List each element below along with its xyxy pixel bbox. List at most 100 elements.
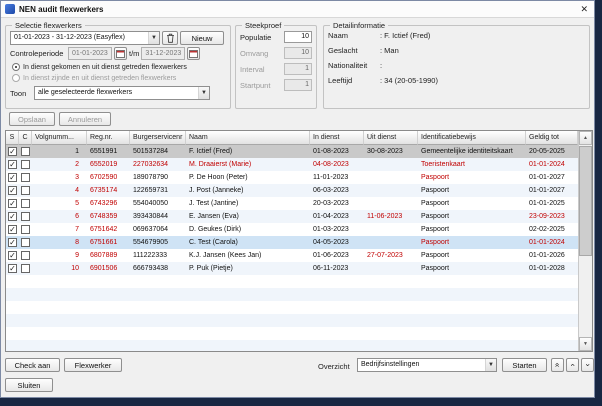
scrollbar-thumb[interactable]: [579, 146, 592, 256]
cell-bsn: 111222333: [130, 249, 186, 262]
overzicht-select[interactable]: Bedrijfsinstellingen ▼: [357, 358, 497, 372]
check-checkbox[interactable]: [21, 173, 30, 182]
select-checkbox[interactable]: ✓: [8, 212, 17, 221]
select-checkbox[interactable]: ✓: [8, 160, 17, 169]
header-naam[interactable]: Naam: [186, 131, 310, 145]
cell-reg: 6901506: [87, 262, 130, 275]
cell-s: ✓: [6, 184, 19, 197]
cell-in: 01-08-2023: [310, 145, 364, 158]
check-checkbox[interactable]: [21, 186, 30, 195]
scroll-down-icon[interactable]: ▼: [579, 337, 592, 351]
cell-naam: P. De Hoon (Peter): [186, 171, 310, 184]
vertical-scrollbar[interactable]: ▲ ▼: [578, 131, 592, 351]
table-row[interactable]: ✓96807889111222333K.J. Jansen (Kees Jan)…: [6, 249, 578, 262]
check-checkbox[interactable]: [21, 212, 30, 221]
select-checkbox[interactable]: ✓: [8, 225, 17, 234]
check-checkbox[interactable]: [21, 264, 30, 273]
cell-naam: F. Ictief (Fred): [186, 145, 310, 158]
check-checkbox[interactable]: [21, 238, 30, 247]
header-identificatiebewijs[interactable]: Identificatiebewijs: [418, 131, 526, 145]
select-checkbox[interactable]: ✓: [8, 173, 17, 182]
cell-geldig: 01-01-2028: [526, 262, 578, 275]
date-to-field[interactable]: 31-12-2023: [141, 47, 185, 60]
select-checkbox[interactable]: ✓: [8, 199, 17, 208]
date-from-field[interactable]: 01-01-2023: [68, 47, 112, 60]
opslaan-button[interactable]: Opslaan: [9, 112, 55, 126]
radio-in-uit-dienst[interactable]: In dienst gekomen en uit dienst getreden…: [12, 62, 226, 72]
nieuw-button[interactable]: Nieuw: [180, 31, 224, 45]
select-checkbox[interactable]: ✓: [8, 238, 17, 247]
delete-period-button[interactable]: [162, 31, 178, 45]
cell-id: Paspoort: [418, 197, 526, 210]
nav-up-button[interactable]: ‹: [566, 358, 579, 372]
flexwerker-button[interactable]: Flexwerker: [64, 358, 122, 372]
check-checkbox[interactable]: [21, 147, 30, 156]
cell-geldig: 01-01-2027: [526, 184, 578, 197]
interval-field[interactable]: 1: [284, 63, 312, 75]
omvang-field[interactable]: 10: [284, 47, 312, 59]
table-row[interactable]: ✓86751661554679905C. Test (Carola)04-05-…: [6, 236, 578, 249]
header-burgerservicenr[interactable]: Burgerservicenr: [130, 131, 186, 145]
populatie-field[interactable]: 10: [284, 31, 312, 43]
check-checkbox[interactable]: [21, 225, 30, 234]
radio-in-dienst-zijnde[interactable]: In dienst zijnde en uit dienst getreden …: [12, 73, 226, 83]
cell-reg: 6751661: [87, 236, 130, 249]
interval-label: Interval: [240, 65, 265, 74]
nav-first-button[interactable]: «: [551, 358, 564, 372]
header-c[interactable]: C: [19, 131, 32, 145]
header-regnr[interactable]: Reg.nr.: [87, 131, 130, 145]
table-row[interactable]: ✓106901506666793438P. Puk (Pietje)06-11-…: [6, 262, 578, 275]
calendar-to-button[interactable]: [187, 47, 200, 60]
radio-unselected-icon: [12, 74, 20, 82]
select-checkbox[interactable]: ✓: [8, 147, 17, 156]
cell-id: Gemeentelijke identiteitskaart: [418, 145, 526, 158]
cell-c: [19, 184, 32, 197]
cell-vol: 1: [32, 145, 87, 158]
starten-button[interactable]: Starten: [502, 358, 547, 372]
cell-reg: 6702590: [87, 171, 130, 184]
header-volgnummer[interactable]: Volgnumm...: [32, 131, 87, 145]
check-checkbox[interactable]: [21, 160, 30, 169]
scroll-up-icon[interactable]: ▲: [579, 131, 592, 145]
sluiten-button[interactable]: Sluiten: [5, 378, 53, 392]
table-row[interactable]: ✓76751642069637064D. Geukes (Dirk)01-03-…: [6, 223, 578, 236]
cell-uit: 11-06-2023: [364, 210, 418, 223]
cell-id: Paspoort: [418, 171, 526, 184]
toon-value: alle geselecteerde flexwerkers: [35, 87, 198, 99]
header-uit-dienst[interactable]: Uit dienst: [364, 131, 418, 145]
cell-naam: P. Puk (Pietje): [186, 262, 310, 275]
cell-id: Toeristenkaart: [418, 158, 526, 171]
table-row[interactable]: ✓46735174122659731J. Post (Janneke)06-03…: [6, 184, 578, 197]
cell-c: [19, 197, 32, 210]
header-in-dienst[interactable]: In dienst: [310, 131, 364, 145]
table-row[interactable]: ✓36702590189078790P. De Hoon (Peter)11-0…: [6, 171, 578, 184]
steekproef-groupbox: Steekproef Populatie 10 Omvang 10 Interv…: [235, 21, 317, 109]
select-checkbox[interactable]: ✓: [8, 251, 17, 260]
table-row[interactable]: ✓16551991501537284F. Ictief (Fred)01-08-…: [6, 145, 578, 158]
cell-bsn: 227032634: [130, 158, 186, 171]
cell-s: ✓: [6, 262, 19, 275]
header-s[interactable]: S: [6, 131, 19, 145]
geslacht-label: Geslacht: [328, 46, 380, 55]
cell-c: [19, 249, 32, 262]
period-select[interactable]: 01-01-2023 - 31-12-2023 (Easyflex) ▼: [10, 31, 160, 45]
flexwerkers-table: S C Volgnumm... Reg.nr. Burgerservicenr …: [5, 130, 593, 352]
select-checkbox[interactable]: ✓: [8, 264, 17, 273]
toon-select[interactable]: alle geselecteerde flexwerkers ▼: [34, 86, 210, 100]
close-icon[interactable]: ✕: [580, 5, 588, 14]
select-checkbox[interactable]: ✓: [8, 186, 17, 195]
table-row[interactable]: ✓56743296554040050J. Test (Jantine)20-03…: [6, 197, 578, 210]
startpunt-field[interactable]: 1: [284, 79, 312, 91]
table-row[interactable]: ✓66748359393430844E. Jansen (Eva)01-04-2…: [6, 210, 578, 223]
header-geldig-tot[interactable]: Geldig tot: [526, 131, 578, 145]
check-checkbox[interactable]: [21, 199, 30, 208]
cell-in: 01-03-2023: [310, 223, 364, 236]
cell-geldig: 01-01-2025: [526, 197, 578, 210]
annuleren-button[interactable]: Annuleren: [59, 112, 111, 126]
nav-down-button[interactable]: ›: [581, 358, 594, 372]
check-checkbox[interactable]: [21, 251, 30, 260]
check-aan-button[interactable]: Check aan: [5, 358, 60, 372]
calendar-from-button[interactable]: [114, 47, 127, 60]
table-body: ✓16551991501537284F. Ictief (Fred)01-08-…: [6, 145, 578, 351]
table-row[interactable]: ✓26552019227032634M. Draaierst (Marie)04…: [6, 158, 578, 171]
